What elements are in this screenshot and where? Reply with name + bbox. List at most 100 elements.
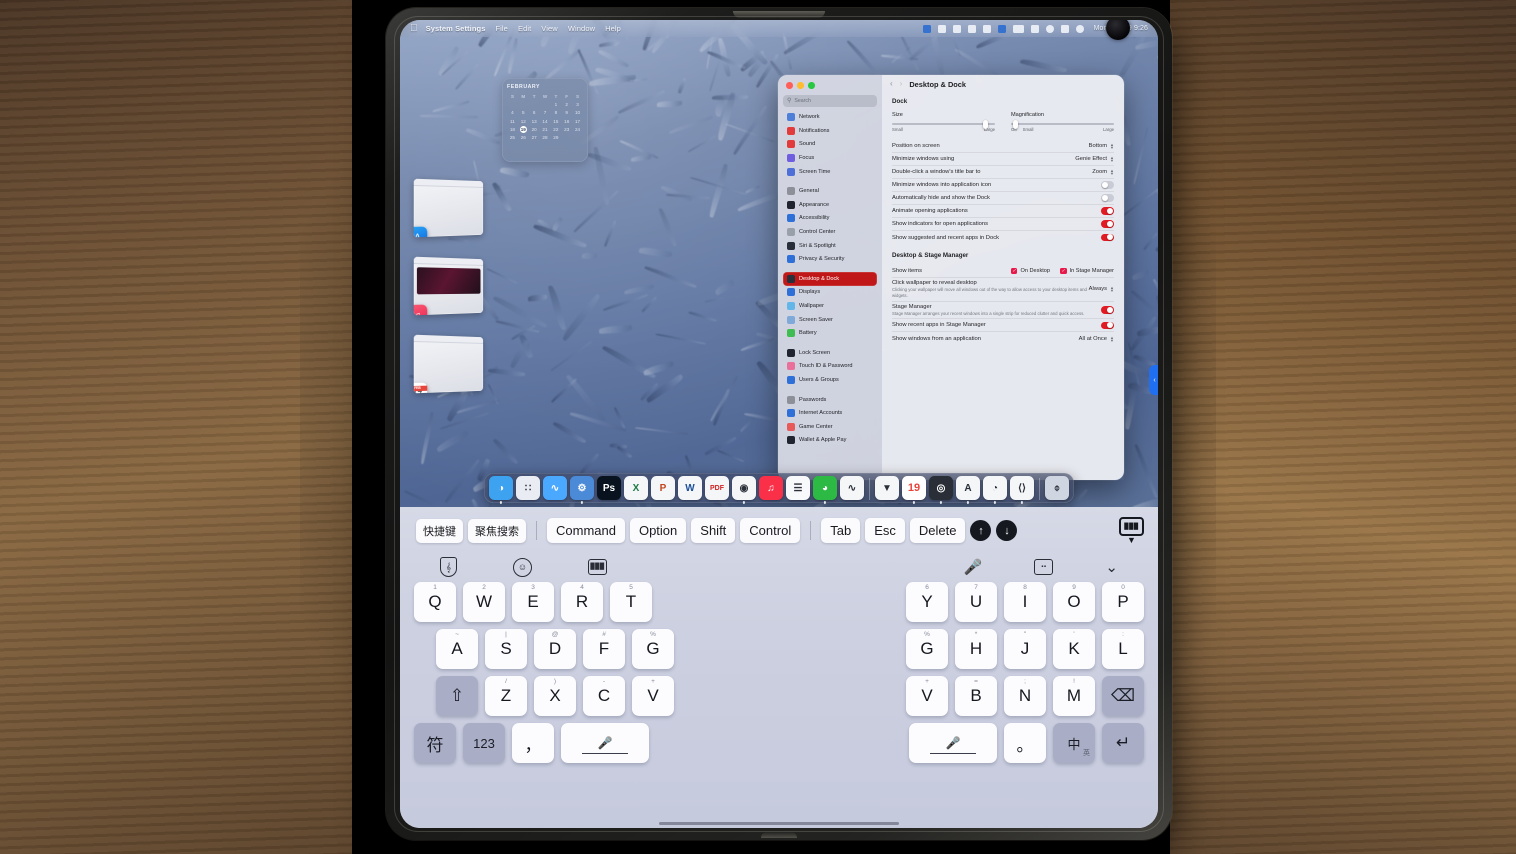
key-R[interactable]: 4R (561, 582, 603, 622)
dock-item-mail-qq[interactable]: ▼ (875, 476, 899, 500)
key-space-right[interactable]: 🎤 (909, 723, 997, 763)
calendar-day-23[interactable]: 23 (561, 126, 572, 133)
calendar-day-6[interactable]: 6 (529, 109, 540, 116)
dock-item-podcasts[interactable]: ◎ (929, 476, 953, 504)
key-E[interactable]: 3E (512, 582, 554, 622)
sidebar-item-passwords[interactable]: Passwords (783, 393, 877, 407)
keyboard-input-icon[interactable] (1012, 24, 1024, 33)
sidebar-item-privacy-security[interactable]: Privacy & Security (783, 252, 877, 266)
dropbox-icon[interactable] (952, 24, 961, 33)
dock-item-safari[interactable]: ◔ (983, 476, 1007, 504)
key-，[interactable]: ， (512, 723, 554, 763)
show-windows-popup[interactable]: All at Once ▲ ▼ (1079, 335, 1114, 342)
calendar-day-2[interactable]: 2 (561, 101, 572, 108)
key-。[interactable]: 。 (1004, 723, 1046, 763)
minimize-button[interactable] (797, 82, 804, 89)
search-icon[interactable] (1045, 24, 1054, 33)
dock-item-app-store[interactable]: A (956, 476, 980, 504)
key-F[interactable]: # F (583, 629, 625, 669)
menu-item-edit[interactable]: Edit (518, 24, 531, 33)
dock-item-photoshop[interactable]: Ps (597, 476, 621, 500)
control-center-icon[interactable] (1075, 24, 1084, 33)
calendar-day-5[interactable]: 5 (518, 109, 529, 116)
dock-item-music[interactable]: ♫ (759, 476, 783, 500)
dock-item-reminders[interactable]: ☰ (786, 476, 810, 500)
dock-item-wechat[interactable]: ◕ (813, 476, 837, 504)
dock-item-pdf-reader[interactable]: PDF (705, 476, 729, 500)
dock-size-slider[interactable] (892, 119, 995, 129)
sidebar-item-siri-spotlight[interactable]: Siri & Spotlight (783, 239, 877, 253)
dock-item-vscode[interactable]: ⟨⟩ (1010, 476, 1034, 504)
sidebar-item-general[interactable]: General (783, 184, 877, 198)
dock-magnification-slider-thumb[interactable] (1013, 119, 1019, 129)
key-I[interactable]: 8I (1004, 582, 1046, 622)
menu-item-help[interactable]: Help (605, 24, 621, 33)
calendar-day-3[interactable]: 3 (572, 101, 583, 108)
calendar-day-22[interactable]: 22 (550, 126, 561, 133)
key-tab[interactable]: Tab (821, 518, 861, 543)
calendar-day-14[interactable]: 14 (540, 118, 551, 125)
key-V[interactable]: + V (906, 676, 948, 716)
back-button[interactable]: ‹ (890, 80, 893, 88)
key-Q[interactable]: 1Q (414, 582, 456, 622)
menu-item-view[interactable]: View (541, 24, 558, 33)
sidebar-item-focus[interactable]: Focus (783, 151, 877, 165)
show-suggested-and-recent-apps-in-dock-toggle[interactable] (1101, 233, 1114, 242)
key-K[interactable]: ' K (1053, 629, 1095, 669)
dock-magnification-slider[interactable] (1011, 119, 1114, 129)
handwriting-icon[interactable]: 𝄞 (440, 557, 457, 577)
key-shift[interactable]: Shift (691, 518, 736, 543)
user-icon[interactable] (1060, 24, 1069, 33)
dock-item-launchpad[interactable]: ∷ (516, 476, 540, 500)
key-N[interactable]: ; N (1004, 676, 1046, 716)
stage-card-music[interactable]: ♫ (413, 256, 484, 316)
key-C[interactable]: -C (583, 676, 625, 716)
key-123[interactable]: 123 (463, 723, 505, 763)
sidebar-item-touch-id-password[interactable]: Touch ID & Password (783, 360, 877, 374)
key-符[interactable]: 符 (414, 723, 456, 763)
key-X[interactable]: ) X (534, 676, 576, 716)
maximize-button[interactable] (808, 82, 815, 89)
calendar-day-26[interactable]: 26 (518, 134, 529, 141)
click-wallpaper-popup[interactable]: Always ▲ ▼ (1089, 286, 1114, 293)
battery-icon[interactable] (937, 24, 946, 33)
dock-item-screenflow[interactable]: ∿ (840, 476, 864, 500)
position-on-screen-popup[interactable]: Bottom ▲ ▼ (1089, 143, 1114, 150)
edge-panel-handle[interactable]: ‹ (1149, 365, 1158, 395)
key-S[interactable]: | S (485, 629, 527, 669)
keyboard-layout-icon[interactable]: ███ (588, 557, 607, 577)
sidebar-item-lock-screen[interactable]: Lock Screen (783, 346, 877, 360)
dock-item-trash[interactable]: ⌽ (1045, 476, 1069, 500)
calendar-day-10[interactable]: 10 (572, 109, 583, 116)
dock-item-calendar[interactable]: 19 (902, 476, 926, 504)
calendar-day-15[interactable]: 15 (550, 118, 561, 125)
close-button[interactable] (786, 82, 793, 89)
notion-icon[interactable] (997, 24, 1006, 33)
sidebar-item-screen-time[interactable]: Screen Time (783, 165, 877, 179)
checkbox-on-desktop[interactable]: ✓ On Desktop (1010, 267, 1050, 275)
chip-shortcuts[interactable]: 快捷键 (416, 518, 463, 543)
sidebar-item-displays[interactable]: Displays (783, 286, 877, 300)
calendar-day-29[interactable]: 29 (550, 134, 561, 141)
home-indicator-bar[interactable] (659, 822, 899, 825)
sidebar-item-game-center[interactable]: Game Center (783, 420, 877, 434)
calendar-day-28[interactable]: 28 (540, 134, 551, 141)
sidebar-item-network[interactable]: Network (783, 111, 877, 125)
key-G[interactable]: % G (906, 629, 948, 669)
sidebar-item-wallpaper[interactable]: Wallpaper (783, 299, 877, 313)
menu-app-name[interactable]: System Settings (426, 24, 486, 33)
sidebar-item-accessibility[interactable]: Accessibility (783, 212, 877, 226)
calendar-day-25[interactable]: 25 (507, 134, 518, 141)
dock-item-finder[interactable]: ◑ (489, 476, 513, 504)
stage-manager-toggle[interactable] (1101, 306, 1114, 314)
calendar-day-21[interactable]: 21 (540, 126, 551, 133)
dock-item-system-settings[interactable]: ⚙ (570, 476, 594, 504)
dock-item-powerpoint[interactable]: P (651, 476, 675, 500)
dock-size-slider-thumb[interactable] (982, 119, 988, 129)
settings-search-field[interactable]: ⚲ Search (783, 94, 877, 107)
microphone-icon[interactable]: 🎤 (964, 558, 983, 576)
key-H[interactable]: * H (955, 629, 997, 669)
key-command[interactable]: Command (547, 518, 625, 543)
calendar-day-27[interactable]: 27 (529, 134, 540, 141)
wifi-icon[interactable] (1030, 24, 1039, 33)
